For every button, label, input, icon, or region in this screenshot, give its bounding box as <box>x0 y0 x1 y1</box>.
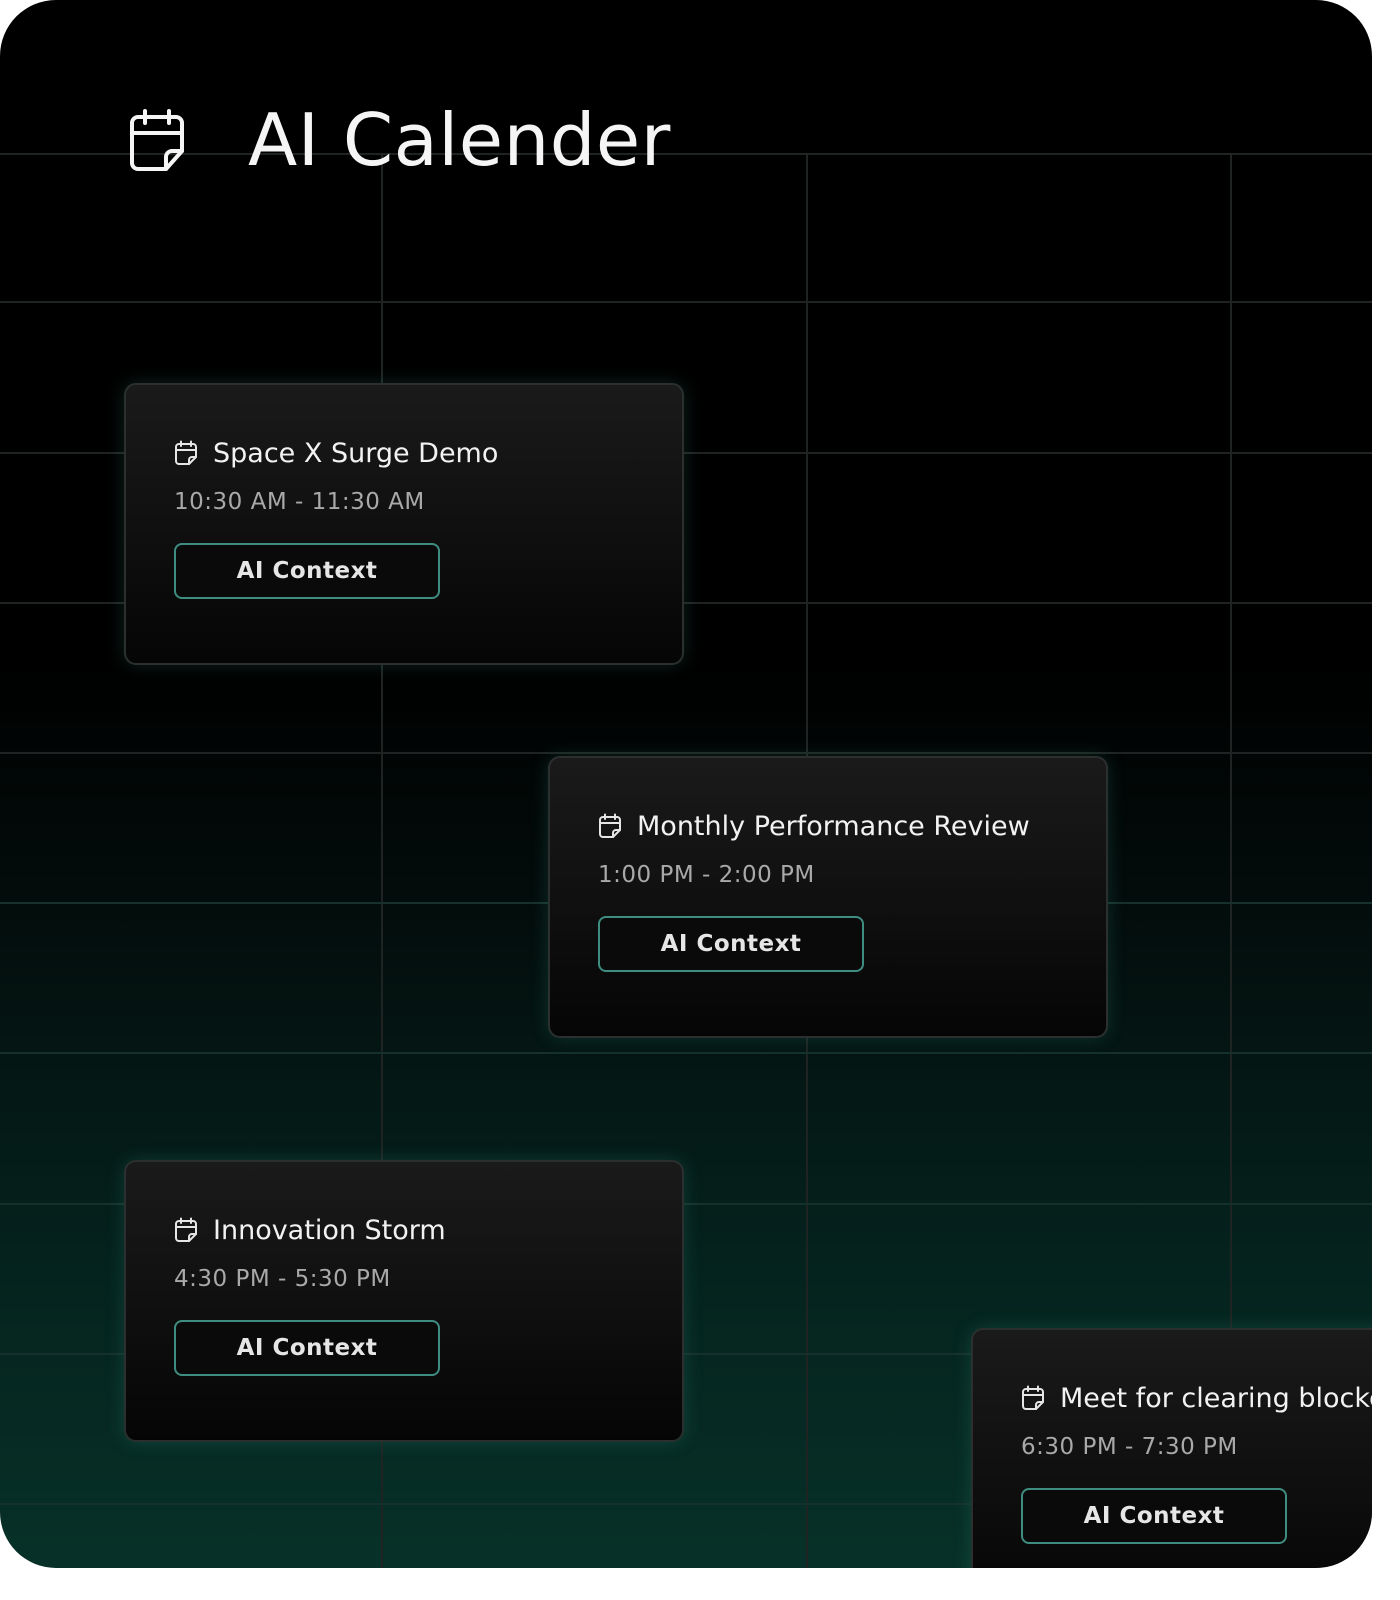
ai-context-button[interactable]: AI Context <box>1021 1488 1287 1544</box>
grid-line <box>0 1052 1372 1054</box>
page-header: AI Calender <box>126 100 671 180</box>
calendar-icon <box>126 107 188 173</box>
event-title: Meet for clearing blockers <box>1060 1382 1372 1414</box>
grid-line <box>0 301 1372 303</box>
event-card[interactable]: Meet for clearing blockers 6:30 PM - 7:3… <box>971 1328 1372 1568</box>
calendar-icon <box>598 813 622 839</box>
ai-context-button[interactable]: AI Context <box>174 543 440 599</box>
ai-context-button[interactable]: AI Context <box>174 1320 440 1376</box>
calendar-icon <box>1021 1385 1045 1411</box>
grid-line <box>0 752 1372 754</box>
page-title: AI Calender <box>248 98 671 182</box>
event-time: 4:30 PM - 5:30 PM <box>174 1266 391 1292</box>
event-time: 1:00 PM - 2:00 PM <box>598 862 815 888</box>
event-card[interactable]: Monthly Performance Review 1:00 PM - 2:0… <box>548 756 1108 1038</box>
event-title: Space X Surge Demo <box>213 437 499 469</box>
ai-context-button[interactable]: AI Context <box>598 916 864 972</box>
event-time: 10:30 AM - 11:30 AM <box>174 489 425 515</box>
event-card[interactable]: Innovation Storm 4:30 PM - 5:30 PM AI Co… <box>124 1160 684 1442</box>
app-frame: AI Calender Space X Surge Demo 10:30 AM … <box>0 0 1372 1568</box>
event-time: 6:30 PM - 7:30 PM <box>1021 1434 1238 1460</box>
event-title: Monthly Performance Review <box>637 810 1030 842</box>
calendar-icon <box>174 440 198 466</box>
event-card[interactable]: Space X Surge Demo 10:30 AM - 11:30 AM A… <box>124 383 684 665</box>
calendar-icon <box>174 1217 198 1243</box>
event-title: Innovation Storm <box>213 1214 446 1246</box>
